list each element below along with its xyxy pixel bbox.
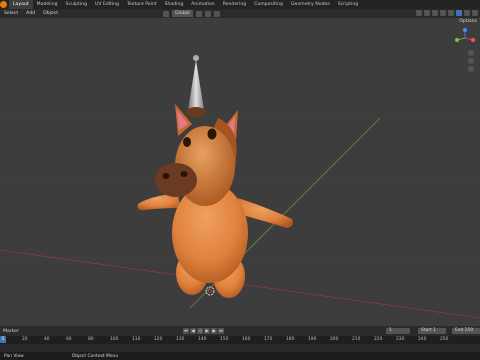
overlay-icon[interactable] <box>432 10 438 16</box>
gizmo-z-icon[interactable] <box>463 28 467 32</box>
unicorn-character[interactable] <box>137 55 293 298</box>
jump-end-icon[interactable]: ⏭ <box>218 328 224 334</box>
ruler-tick: 180 <box>286 337 295 342</box>
zoom-icon[interactable] <box>468 50 474 56</box>
context-menu-hint: Object Context Menu <box>71 353 119 359</box>
marker-menu[interactable]: Marker <box>0 329 22 334</box>
transform-controls: Global <box>163 10 220 17</box>
end-label: End <box>455 328 464 333</box>
viewport-header: Select Add Object Global <box>0 9 480 18</box>
add-menu[interactable]: Add <box>22 11 39 16</box>
ruler-tick: 160 <box>242 337 251 342</box>
ruler-tick: 250 <box>440 337 449 342</box>
orientation-dropdown[interactable]: Global <box>172 10 193 17</box>
shading-controls <box>416 10 478 16</box>
start-frame-field[interactable]: Start 1 <box>418 328 446 334</box>
rendered-shading-icon[interactable] <box>472 10 478 16</box>
ruler-tick: 40 <box>44 337 50 342</box>
ruler-tick: 110 <box>132 337 141 342</box>
timeline-header: Marker ⏮ ◀ ◁ ▶ ▶ ⏭ 1 Start 1 End 250 <box>0 326 480 336</box>
ruler-tick: 210 <box>352 337 361 342</box>
end-value: 250 <box>464 328 474 333</box>
ruler-tick: 190 <box>308 337 317 342</box>
gizmo-y-icon[interactable] <box>455 38 459 42</box>
ruler-tick: 230 <box>396 337 405 342</box>
playhead[interactable]: 1 <box>0 336 6 343</box>
ruler-tick: 80 <box>88 337 94 342</box>
pan-view-hint: Pan View <box>4 353 24 359</box>
horn-base <box>186 107 206 117</box>
camera-view-icon[interactable] <box>468 66 474 72</box>
material-shading-icon[interactable] <box>464 10 470 16</box>
right-eye <box>207 128 217 140</box>
tab-compositing[interactable]: Compositing <box>250 0 287 9</box>
nostril-left <box>162 173 170 179</box>
ruler-tick: 20 <box>22 337 28 342</box>
options-dropdown[interactable]: Options <box>459 19 477 24</box>
tab-animation[interactable]: Animation <box>187 0 218 9</box>
start-label: Start <box>421 328 432 333</box>
workspace-bar: Layout Modeling Sculpting UV Editing Texture… <box>0 0 480 9</box>
solid-shading-icon[interactable] <box>456 10 462 16</box>
snap-icon[interactable] <box>204 10 211 17</box>
ruler-tick: 100 <box>110 337 119 342</box>
tab-texture-paint[interactable]: Texture Paint <box>123 0 161 9</box>
navigation-gizmo[interactable] <box>453 26 477 72</box>
viewport-scene <box>0 55 480 319</box>
gizmo-x-icon[interactable] <box>471 38 475 42</box>
play-icon[interactable]: ▶ <box>204 328 210 334</box>
object-menu[interactable]: Object <box>39 11 62 16</box>
ruler-tick: 220 <box>374 337 383 342</box>
keyframe-next-icon[interactable]: ▶ <box>211 328 217 334</box>
playback-controls: ⏮ ◀ ◁ ▶ ▶ ⏭ <box>183 328 224 334</box>
tab-rendering[interactable]: Rendering <box>219 0 250 9</box>
horn-tip <box>193 55 199 61</box>
left-eye <box>183 137 191 147</box>
jump-start-icon[interactable]: ⏮ <box>183 328 189 334</box>
current-frame-field[interactable]: 1 <box>386 328 410 334</box>
tab-uv-editing[interactable]: UV Editing <box>91 0 123 9</box>
snout <box>155 163 197 197</box>
pan-hand-icon[interactable] <box>468 58 474 64</box>
ruler-tick: 60 <box>66 337 72 342</box>
wireframe-shading-icon[interactable] <box>448 10 454 16</box>
frame-ruler[interactable]: 1 20 40 60 80 100 110 120 130 140 150 160 170 180 190 2… <box>0 336 480 344</box>
keyframe-prev-icon[interactable]: ◀ <box>190 328 196 334</box>
nostril-right <box>180 171 188 177</box>
workspace-tabs: Layout Modeling Sculpting UV Editing Texture… <box>9 0 362 9</box>
ruler-tick: 120 <box>154 337 163 342</box>
pivot-icon[interactable] <box>195 10 202 17</box>
status-bar: Pan View Object Context Menu <box>0 352 480 360</box>
blender-logo-icon[interactable] <box>0 1 7 8</box>
ruler-tick: 150 <box>220 337 229 342</box>
3d-viewport[interactable]: Options <box>0 18 480 326</box>
start-value: 1 <box>433 328 436 333</box>
visibility-icon[interactable] <box>416 10 422 16</box>
tab-scripting[interactable]: Scripting <box>334 0 362 9</box>
timeline-track[interactable] <box>0 344 480 352</box>
ruler-tick: 140 <box>198 337 207 342</box>
ruler-tick: 240 <box>418 337 427 342</box>
tab-layout[interactable]: Layout <box>9 0 33 9</box>
play-reverse-icon[interactable]: ◁ <box>197 328 203 334</box>
tab-modeling[interactable]: Modeling <box>33 0 62 9</box>
select-menu[interactable]: Select <box>0 11 22 16</box>
horn <box>188 60 204 110</box>
tab-geometry-nodes[interactable]: Geometry Nodes <box>287 0 334 9</box>
ruler-tick: 170 <box>264 337 273 342</box>
ruler-tick: 130 <box>176 337 185 342</box>
proportional-edit-icon[interactable] <box>213 10 220 17</box>
orientation-icon[interactable] <box>163 10 169 17</box>
tab-shading[interactable]: Shading <box>161 0 188 9</box>
ruler-tick: 200 <box>330 337 339 342</box>
end-frame-field[interactable]: End 250 <box>452 328 480 334</box>
xray-icon[interactable] <box>440 10 446 16</box>
gizmo-icon[interactable] <box>424 10 430 16</box>
tab-sculpting[interactable]: Sculpting <box>62 0 91 9</box>
